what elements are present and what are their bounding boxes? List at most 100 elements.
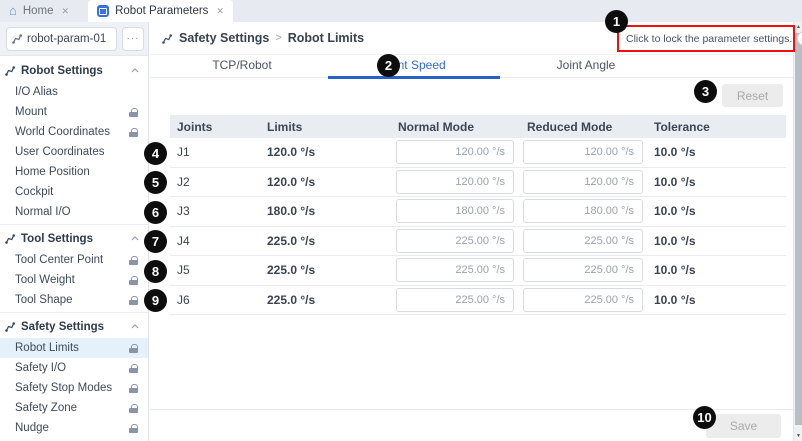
sidebar-nav: Robot Settings I/O Alias Mount World Coordi… [0,56,148,438]
column-header-limits: Limits [246,120,390,134]
content-tab-joint-speed[interactable]: Joint Speed [328,55,500,77]
joint-row-j5: J5225.0 °/s10.0 °/s [170,256,786,286]
sidebar-item-nudge[interactable]: Nudge [0,418,148,438]
sidebar-item-home-position[interactable]: Home Position [0,162,148,182]
joint-label: J3 [170,204,246,218]
tab-home[interactable]: ⌂ Home ✕ [0,0,78,22]
sidebar-item-normal-i-o[interactable]: Normal I/O [0,202,148,222]
limit-value: 120.0 °/s [246,145,390,159]
sidebar-item-tool-weight[interactable]: Tool Weight [0,270,148,290]
sidebar-item-safety-i-o[interactable]: Safety I/O [0,358,148,378]
joint-label: J1 [170,145,246,159]
section-label: Robot Settings [21,65,103,77]
item-label: Mount [15,106,47,118]
item-label: Home Position [15,166,90,178]
vertical-scrollbar[interactable]: ▲ ▼ [793,22,802,441]
more-options-button[interactable]: ··· [122,27,144,51]
scrollbar-thumb[interactable] [795,33,802,425]
reduced-mode-input[interactable] [523,170,643,194]
annotation-circle-9: 9 [144,289,167,312]
reduced-mode-input[interactable] [523,258,643,282]
normal-mode-input[interactable] [396,140,514,164]
table-body: J1120.0 °/s10.0 °/sJ2120.0 °/s10.0 °/sJ3… [170,138,786,315]
content-tab-joint-angle[interactable]: Joint Angle [500,55,672,77]
robot-arm-icon [162,33,173,44]
sidebar-item-safety-zone[interactable]: Safety Zone [0,398,148,418]
sidebar-item-tool-shape[interactable]: Tool Shape [0,290,148,310]
tab-home-label: Home [23,5,54,17]
joint-row-j6: J6225.0 °/s10.0 °/s [170,286,786,316]
lock-icon [129,128,138,137]
tolerance-value: 10.0 °/s [646,293,786,307]
sidebar-item-tool-center-point[interactable]: Tool Center Point [0,250,148,270]
limit-value: 225.0 °/s [246,234,390,248]
item-label: Safety Zone [15,402,77,414]
lock-icon [129,384,138,393]
joint-row-j2: J2120.0 °/s10.0 °/s [170,168,786,198]
lock-icon [129,296,138,305]
content-tab-tcp-robot[interactable]: TCP/Robot [156,55,328,77]
reduced-mode-input[interactable] [523,140,643,164]
joint-label: J5 [170,263,246,277]
normal-mode-input[interactable] [396,170,514,194]
parameter-tabs: TCP/RobotJoint SpeedJoint Angle [150,55,793,78]
parameter-name-row: ··· [0,22,148,56]
item-label: Cockpit [15,186,53,198]
column-header-reduced-mode: Reduced Mode [518,120,646,134]
item-label: Tool Shape [15,294,73,306]
normal-mode-input[interactable] [396,229,514,253]
annotation-circle-7: 7 [144,230,167,253]
parameter-name-field[interactable] [6,27,117,51]
sidebar-item-world-coordinates[interactable]: World Coordinates [0,122,148,142]
annotation-circle-6: 6 [144,201,167,224]
scroll-down-icon[interactable]: ▼ [794,431,802,441]
sidebar-item-safety-stop-modes[interactable]: Safety Stop Modes [0,378,148,398]
robot-arm-icon [12,33,23,44]
limit-value: 120.0 °/s [246,175,390,189]
chevron-up-icon [131,68,139,73]
item-label: Tool Center Point [15,254,103,266]
column-header-tolerance: Tolerance [646,120,786,134]
reduced-mode-input[interactable] [523,199,643,223]
close-icon[interactable]: ✕ [62,6,70,17]
annotation-circle-8: 8 [144,260,167,283]
normal-mode-input[interactable] [396,288,514,312]
sidebar-item-user-coordinates[interactable]: User Coordinates [0,142,148,162]
sidebar-section-header-robot-settings[interactable]: Robot Settings [0,59,148,82]
reduced-mode-input[interactable] [523,288,643,312]
item-label: Nudge [15,422,49,434]
annotation-circle-4: 4 [144,142,167,165]
sidebar-item-robot-limits[interactable]: Robot Limits [0,338,148,358]
joint-speed-table: JointsLimitsNormal ModeReduced ModeToler… [170,115,786,315]
sidebar-item-cockpit[interactable]: Cockpit [0,182,148,202]
sidebar-section-header-tool-settings[interactable]: Tool Settings [0,227,148,250]
close-icon[interactable]: ✕ [216,6,224,17]
lock-icon [129,424,138,433]
parameter-name-input[interactable] [27,33,111,45]
item-label: Tool Weight [15,274,75,286]
tolerance-value: 10.0 °/s [646,204,786,218]
sidebar-item-i-o-alias[interactable]: I/O Alias [0,82,148,102]
chevron-up-icon [131,324,139,329]
reduced-mode-input[interactable] [523,229,643,253]
tab-robot-parameters[interactable]: Robot Parameters ✕ [88,0,233,22]
tab-robot-parameters-label: Robot Parameters [115,5,208,17]
window-tab-bar: ⌂ Home ✕ Robot Parameters ✕ [0,0,802,22]
save-button[interactable]: Save [706,414,781,438]
scroll-up-icon[interactable]: ▲ [794,22,802,32]
normal-mode-input[interactable] [396,199,514,223]
joint-label: J6 [170,293,246,307]
sidebar-section-tool-settings: Tool Settings Tool Center Point Tool Weigh… [0,224,148,310]
annotation-circle-10: 10 [693,406,716,429]
sidebar-item-mount[interactable]: Mount [0,102,148,122]
sidebar-section-header-safety-settings[interactable]: Safety Settings [0,315,148,338]
lock-icon [129,344,138,353]
reset-button[interactable]: Reset [722,84,783,107]
breadcrumb-section[interactable]: Safety Settings [179,31,269,45]
lock-icon [129,404,138,413]
normal-mode-input[interactable] [396,258,514,282]
joint-row-j4: J4225.0 °/s10.0 °/s [170,227,786,257]
joint-label: J4 [170,234,246,248]
breadcrumb-page: Robot Limits [288,31,364,45]
item-label: Safety Stop Modes [15,382,112,394]
